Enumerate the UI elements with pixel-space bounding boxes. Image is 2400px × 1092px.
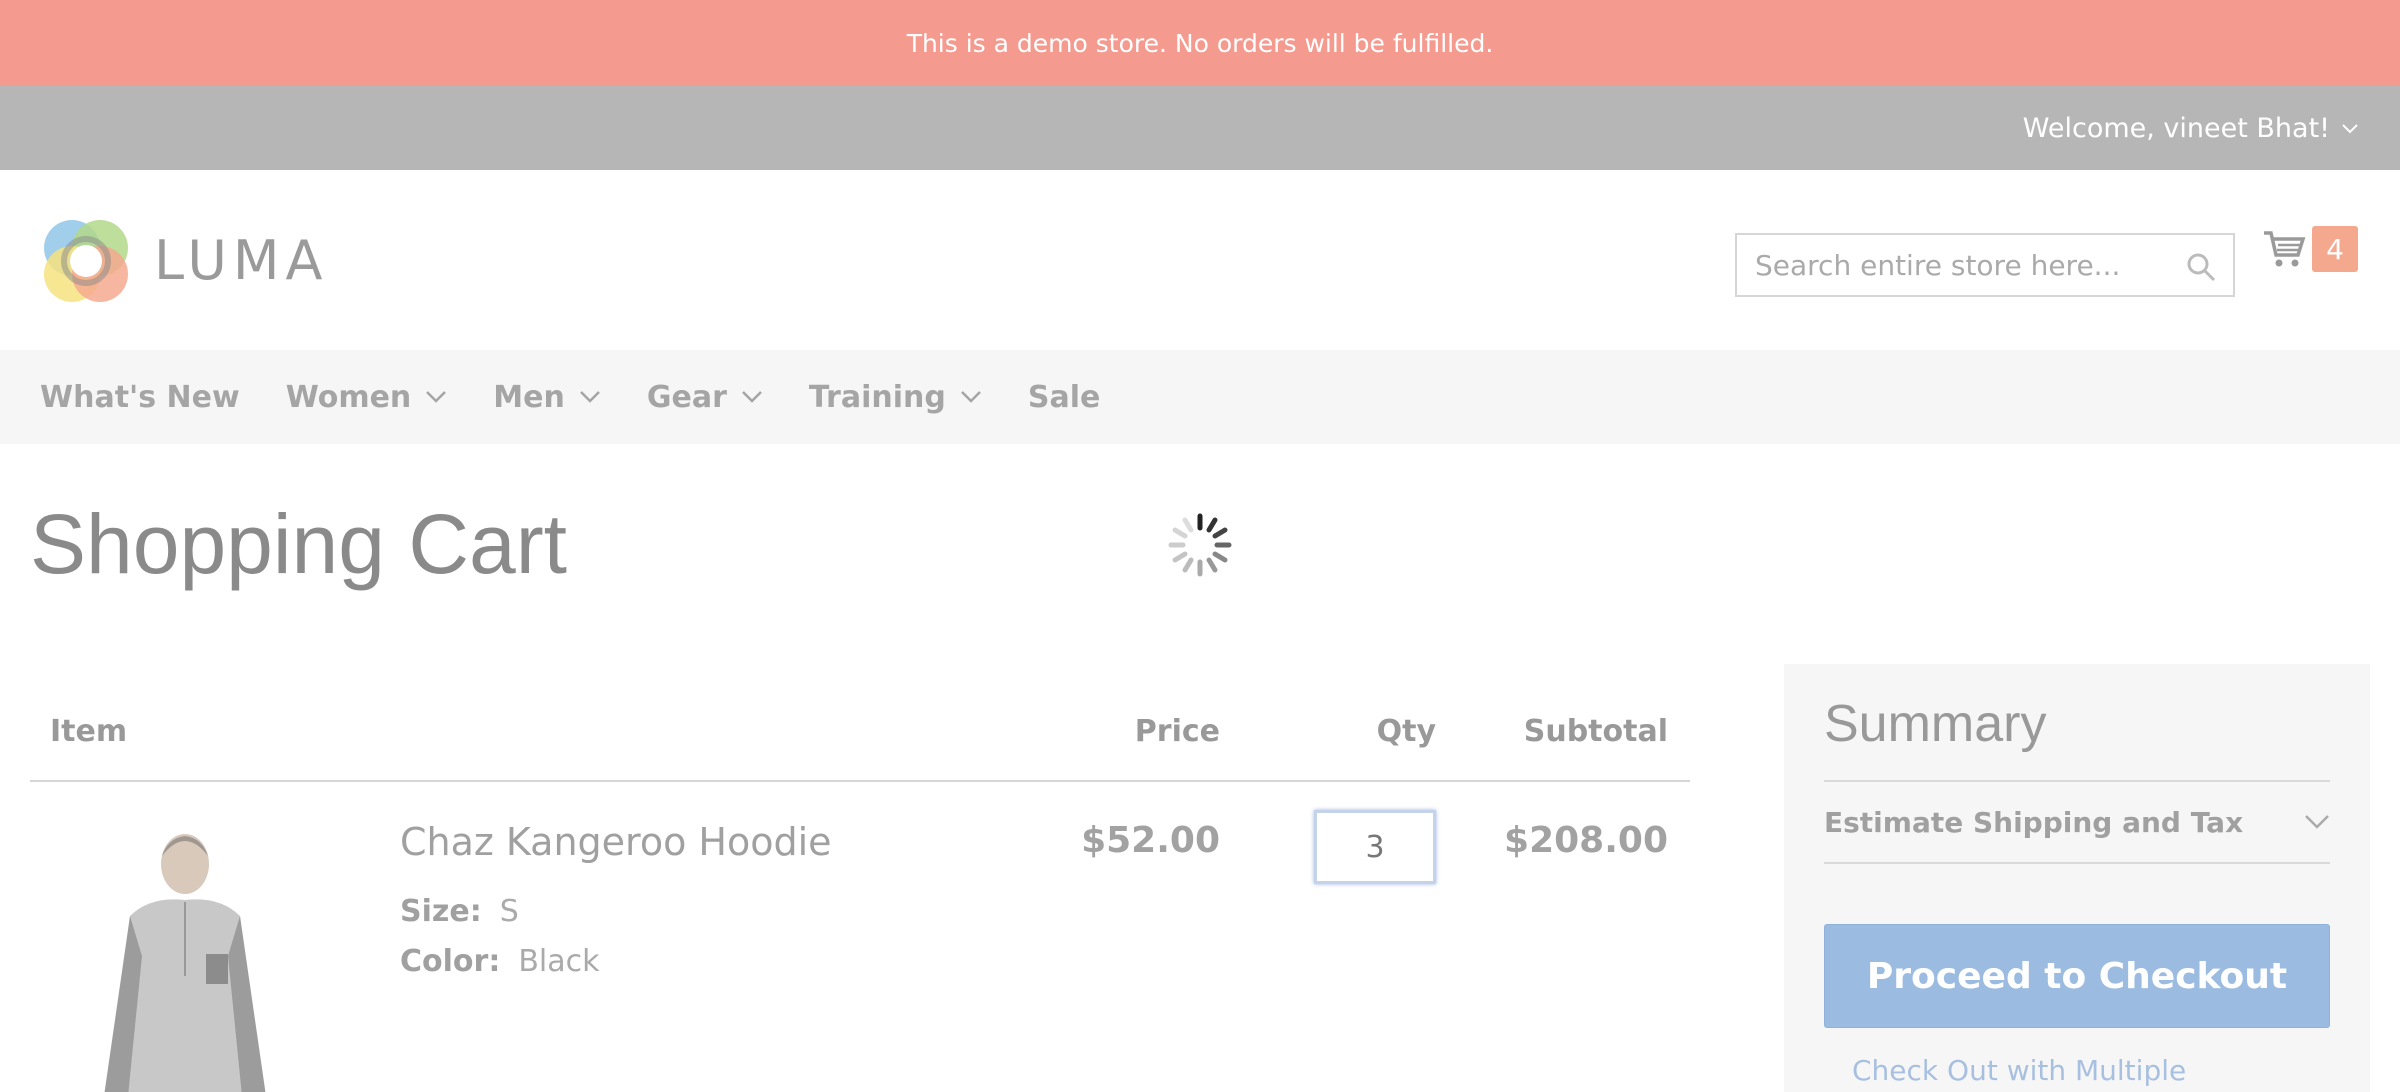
column-header-item: Item xyxy=(50,714,128,749)
option-label: Size: xyxy=(400,894,482,929)
column-header-price: Price xyxy=(1134,714,1220,749)
minicart[interactable]: 4 xyxy=(2262,226,2358,272)
nav-item-label: What's New xyxy=(40,379,240,415)
product-option-color: Color: Black xyxy=(400,944,599,979)
panel-header: Welcome, vineet Bhat! xyxy=(0,86,2400,170)
nav-item-label: Men xyxy=(493,379,565,415)
cart-table: Item Price Qty Subtotal Chaz Kangeroo Ho… xyxy=(30,700,1690,1092)
logo-text: LUMA xyxy=(154,228,329,292)
option-value: Black xyxy=(518,944,600,979)
nav-item-training[interactable]: Training xyxy=(809,380,982,415)
chevron-down-icon xyxy=(426,391,447,403)
luma-logo-icon xyxy=(44,220,128,302)
customer-welcome-menu[interactable]: Welcome, vineet Bhat! xyxy=(2023,113,2360,144)
search-input[interactable] xyxy=(1755,248,2175,282)
nav-item-label: Women xyxy=(285,379,412,415)
nav-item-sale[interactable]: Sale xyxy=(1028,380,1100,415)
estimate-shipping-toggle[interactable]: Estimate Shipping and Tax xyxy=(1824,782,2330,864)
column-header-subtotal: Subtotal xyxy=(1523,714,1668,749)
nav-item-label: Training xyxy=(808,379,946,415)
welcome-text: Welcome, vineet Bhat! xyxy=(2022,112,2330,144)
table-row: Chaz Kangeroo Hoodie Size: S Color: Black … xyxy=(30,782,1690,1092)
demo-notice-text: This is a demo store. No orders will be … xyxy=(906,28,1494,58)
cart-icon xyxy=(2264,231,2306,267)
estimate-shipping-label: Estimate Shipping and Tax xyxy=(1824,805,2244,839)
option-value: S xyxy=(499,894,519,929)
page-header: LUMA 4 xyxy=(0,170,2400,350)
option-label: Color: xyxy=(400,944,501,979)
product-name[interactable]: Chaz Kangeroo Hoodie xyxy=(400,820,832,864)
chevron-down-icon xyxy=(579,391,600,403)
page-title: Shopping Cart xyxy=(30,497,568,591)
demo-notice: This is a demo store. No orders will be … xyxy=(0,0,2400,86)
search-icon[interactable] xyxy=(2185,251,2217,283)
summary-title: Summary xyxy=(1824,694,2330,782)
nav-item-label: Sale xyxy=(1027,379,1101,415)
cart-count-badge: 4 xyxy=(2312,226,2358,272)
cart-table-header: Item Price Qty Subtotal xyxy=(30,700,1690,782)
loading-spinner-icon xyxy=(1168,513,1232,577)
proceed-to-checkout-button[interactable]: Proceed to Checkout xyxy=(1824,924,2330,1028)
nav-item-gear[interactable]: Gear xyxy=(647,380,763,415)
item-price: $52.00 xyxy=(1081,820,1220,861)
item-subtotal: $208.00 xyxy=(1504,820,1668,861)
qty-input[interactable] xyxy=(1314,810,1436,884)
multiple-addresses-link[interactable]: Check Out with Multiple Addresses xyxy=(1852,1054,2330,1092)
chevron-down-icon xyxy=(2342,124,2358,134)
product-image[interactable] xyxy=(90,816,280,1092)
logo[interactable]: LUMA xyxy=(40,214,328,306)
column-header-qty: Qty xyxy=(1376,714,1436,749)
chevron-down-icon xyxy=(2305,815,2329,829)
product-option-size: Size: S xyxy=(400,894,519,929)
nav-item-label: Gear xyxy=(646,379,727,415)
chevron-down-icon xyxy=(741,391,762,403)
nav-item-women[interactable]: Women xyxy=(286,380,448,415)
nav-item-whats-new[interactable]: What's New xyxy=(40,380,240,415)
cart-summary: Summary Estimate Shipping and Tax Procee… xyxy=(1784,664,2370,1092)
nav-item-men[interactable]: Men xyxy=(493,380,601,415)
main-navigation: What's New Women Men Gear Training Sale xyxy=(0,350,2400,444)
search-box xyxy=(1735,233,2235,297)
chevron-down-icon xyxy=(960,391,981,403)
